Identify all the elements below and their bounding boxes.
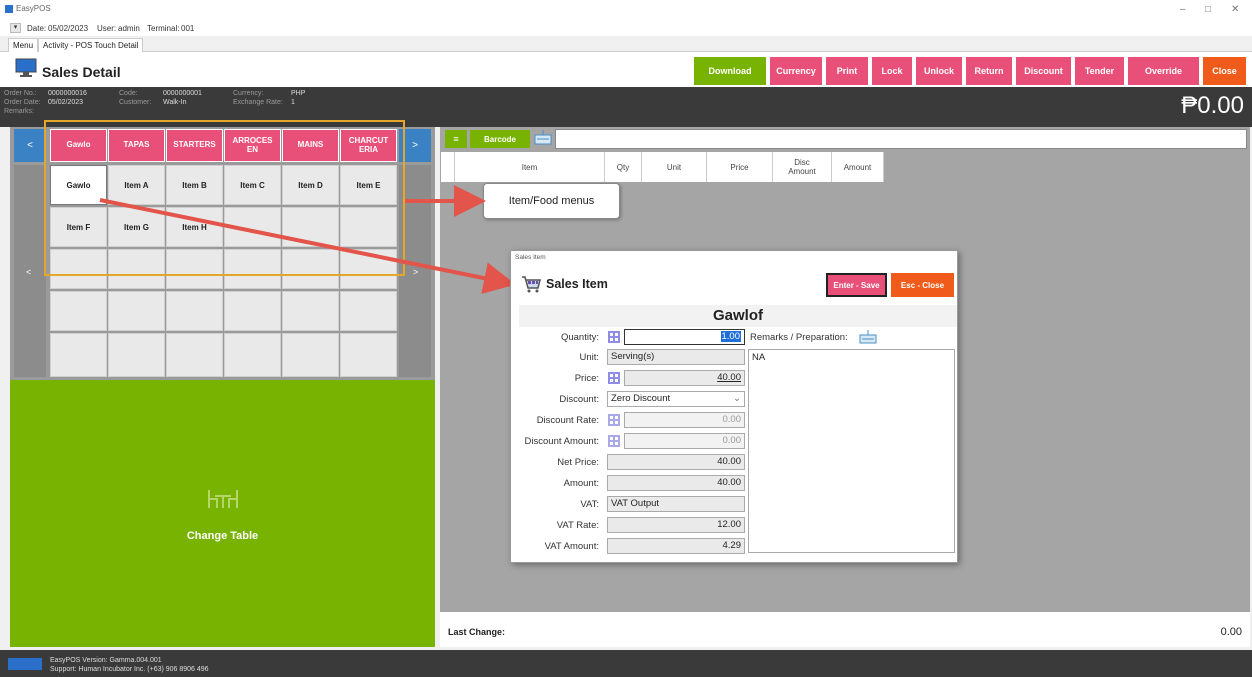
discount-label: Discount:: [559, 394, 599, 405]
vat-rate-field: 12.00: [607, 517, 745, 533]
discount-value: Zero Discount: [611, 393, 671, 404]
amount-label: Amount:: [563, 478, 599, 489]
price-label: Price:: [574, 373, 599, 384]
last-change-label: Last Change:: [448, 627, 506, 637]
vat-label: VAT:: [580, 499, 599, 510]
enter-save-button[interactable]: Enter - Save: [826, 273, 887, 297]
net-price-field: 40.00: [607, 454, 745, 470]
dialog-title: Sales Item: [546, 277, 608, 291]
shopping-cart-icon: [522, 276, 541, 293]
version-text: EasyPOS Version: Gamma.004.001: [50, 657, 162, 664]
footer: EasyPOS Version: Gamma.004.001 Support: …: [0, 650, 1252, 677]
quantity-label: Quantity:: [560, 332, 599, 343]
discount-amount-field: 0.00: [624, 433, 745, 449]
remarks-textarea[interactable]: NA: [748, 349, 955, 553]
discount-select[interactable]: Zero Discount ⌄: [607, 391, 745, 407]
quantity-input[interactable]: 1.00: [624, 329, 745, 345]
dialog-window-title: Sales Item: [515, 254, 546, 261]
price-field[interactable]: 40.00: [624, 370, 745, 386]
discount-rate-label: Discount Rate:: [536, 415, 599, 426]
amount-field: 40.00: [607, 475, 745, 491]
calculator-icon[interactable]: [608, 435, 620, 447]
net-price-label: Net Price:: [557, 457, 599, 468]
dialog-arrow: [99, 198, 516, 294]
remarks-label: Remarks / Preparation:: [750, 332, 848, 343]
unit-label: Unit:: [579, 352, 599, 363]
last-change-value: 0.00: [1220, 626, 1242, 638]
chevron-down-icon: ⌄: [733, 393, 741, 404]
calculator-icon[interactable]: [608, 331, 620, 343]
vat-rate-label: VAT Rate:: [556, 520, 599, 531]
item-name: Gawlof: [712, 307, 763, 324]
quantity-value: 1.00: [720, 331, 741, 342]
vat-field: VAT Output: [607, 496, 745, 512]
support-text: Support: Human Incubator Inc. (+63) 906 …: [50, 666, 209, 673]
calculator-icon[interactable]: [608, 414, 620, 426]
calculator-icon[interactable]: [608, 372, 620, 384]
unit-field: Serving(s): [607, 349, 745, 365]
last-change-bar: Last Change: 0.00: [440, 612, 1250, 647]
vat-amount-field: 4.29: [607, 538, 745, 554]
easypos-logo-icon: [8, 658, 42, 670]
discount-rate-field: 0.00: [624, 412, 745, 428]
esc-close-button[interactable]: Esc - Close: [891, 273, 954, 297]
vat-amount-label: VAT Amount:: [544, 541, 599, 552]
discount-amount-label: Discount Amount:: [524, 436, 599, 447]
keyboard-icon[interactable]: [859, 329, 877, 345]
item-name-bar: Gawlof: [519, 305, 957, 327]
sales-item-dialog: Sales Item Sales Item Enter - Save Esc -…: [510, 250, 958, 563]
